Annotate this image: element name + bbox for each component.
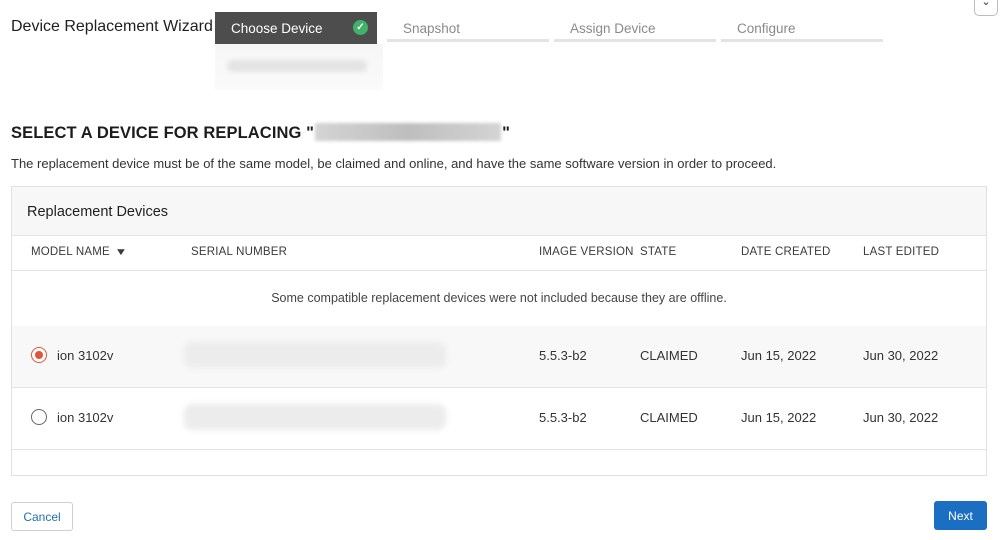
cell-image-version: 5.5.3-b2	[539, 410, 587, 425]
step-label: Choose Device	[231, 21, 323, 36]
column-model-name[interactable]: MODEL NAME ▼	[31, 246, 127, 258]
column-state[interactable]: STATE	[640, 246, 676, 258]
cell-last-edited: Jun 30, 2022	[863, 410, 939, 425]
chevron-down-icon[interactable]: ▼	[114, 247, 127, 258]
table-row[interactable]: ion 3102v 5.5.3-b2 CLAIMED Jun 15, 2022 …	[12, 326, 986, 388]
cancel-button[interactable]: Cancel	[11, 502, 73, 531]
heading-suffix: "	[502, 124, 510, 142]
page-heading: SELECT A DEVICE FOR REPLACING " "	[11, 123, 510, 143]
cell-date-created: Jun 15, 2022	[741, 410, 817, 425]
offline-notice-text: Some compatible replacement devices were…	[271, 291, 727, 305]
redacted-device-name	[315, 123, 502, 141]
cell-serial-redacted	[184, 342, 446, 368]
next-button[interactable]: Next	[934, 501, 987, 530]
cell-date-created: Jun 15, 2022	[741, 348, 817, 363]
check-circle-icon: ✓	[353, 20, 368, 35]
panel-title: Replacement Devices	[27, 204, 169, 220]
collapse-chevron-icon[interactable]: ⌄	[974, 0, 998, 16]
offline-notice: Some compatible replacement devices were…	[12, 271, 986, 327]
column-last-edited[interactable]: LAST EDITED	[863, 246, 939, 258]
radio-unselected-icon[interactable]	[31, 409, 47, 425]
heading-prefix: SELECT A DEVICE FOR REPLACING "	[11, 124, 315, 142]
wizard-title: Device Replacement Wizard	[11, 18, 213, 35]
step-snapshot[interactable]: Snapshot	[387, 12, 549, 42]
cell-serial-redacted	[184, 404, 446, 430]
step-configure[interactable]: Configure	[721, 12, 883, 42]
cell-state: CLAIMED	[640, 348, 698, 363]
step-detail-redacted	[215, 44, 383, 90]
step-label: Assign Device	[570, 21, 656, 36]
step-label: Configure	[737, 21, 796, 36]
step-label: Snapshot	[403, 21, 461, 36]
table-header: MODEL NAME ▼ SERIAL NUMBER IMAGE VERSION …	[12, 235, 986, 271]
cell-state: CLAIMED	[640, 410, 698, 425]
cell-last-edited: Jun 30, 2022	[863, 348, 939, 363]
requirements-text: The replacement device must be of the sa…	[11, 156, 777, 171]
cell-model: ion 3102v	[57, 348, 114, 363]
column-serial-number[interactable]: SERIAL NUMBER	[191, 246, 287, 258]
step-assign-device[interactable]: Assign Device	[554, 12, 716, 42]
cell-model: ion 3102v	[57, 410, 114, 425]
table-row[interactable]: ion 3102v 5.5.3-b2 CLAIMED Jun 15, 2022 …	[12, 388, 986, 450]
step-choose-device[interactable]: Choose Device ✓	[215, 12, 377, 44]
column-date-created[interactable]: DATE CREATED	[741, 246, 831, 258]
column-image-version[interactable]: IMAGE VERSION	[539, 246, 634, 258]
wizard-header: Device Replacement Wizard Choose Device …	[0, 0, 1000, 44]
radio-selected-icon[interactable]	[31, 347, 47, 363]
cell-image-version: 5.5.3-b2	[539, 348, 587, 363]
replacement-devices-panel: Replacement Devices MODEL NAME ▼ SERIAL N…	[11, 186, 987, 476]
panel-header: Replacement Devices	[12, 187, 986, 236]
